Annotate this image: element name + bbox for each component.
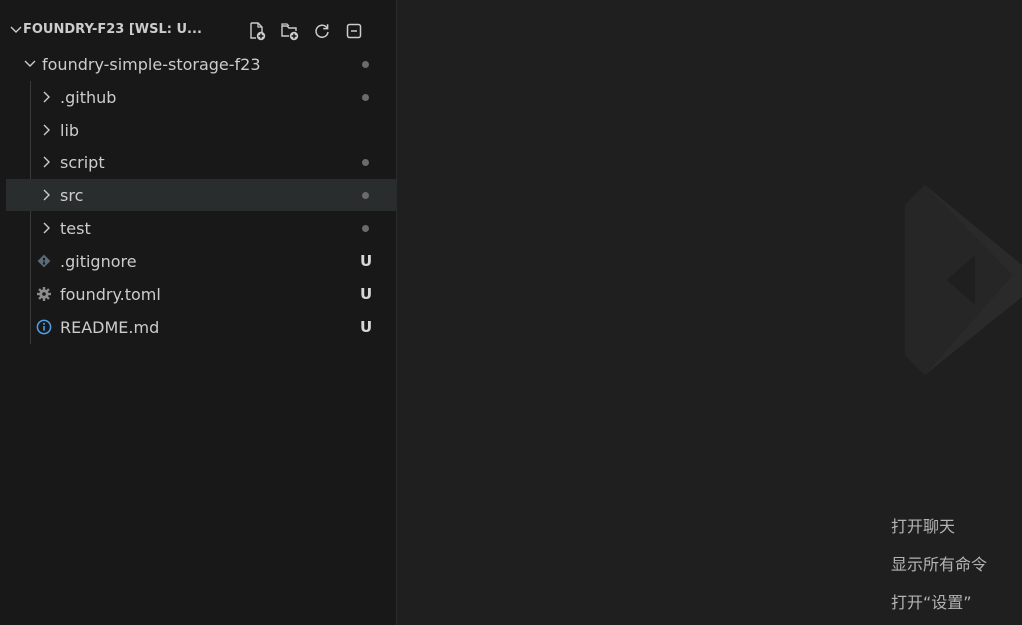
git-icon (37, 254, 51, 268)
tree-item-label: lib (60, 121, 80, 140)
open-settings-hint[interactable]: 打开“设置” (891, 589, 972, 613)
chevron-right-icon (43, 124, 50, 136)
tree-item-foundry-toml[interactable]: foundry.toml U (6, 278, 397, 310)
untracked-badge: U (360, 285, 373, 303)
modified-dot (362, 159, 369, 166)
tree-root-folder[interactable]: foundry-simple-storage-f23 (6, 48, 397, 80)
show-all-commands-hint[interactable]: 显示所有命令 (891, 551, 987, 575)
modified-dot (362, 192, 369, 199)
chevron-right-icon (43, 189, 50, 201)
modified-dot (362, 61, 369, 68)
explorer-sidebar: FOUNDRY-F23 [WSL: U... foundry-simple-st… (0, 0, 397, 625)
collapse-all-icon (346, 23, 362, 39)
tree-item-label: test (60, 219, 91, 238)
untracked-badge: U (360, 318, 373, 336)
chevron-right-icon (43, 91, 50, 103)
modified-dot (362, 225, 369, 232)
vscode-logo-watermark-icon (905, 185, 1022, 375)
new-folder-icon (281, 23, 299, 41)
tree-item-label: .gitignore (60, 252, 137, 271)
chevron-down-icon[interactable] (9, 23, 23, 37)
chevron-right-icon (43, 222, 50, 234)
tree-item-gitignore[interactable]: .gitignore U (6, 245, 397, 277)
tree-item-lib[interactable]: lib (6, 114, 397, 146)
editor-area: 打开聊天 显示所有命令 打开“设置” (397, 0, 1022, 625)
explorer-section-title: FOUNDRY-F23 [WSL: U... (23, 22, 202, 37)
open-chat-hint[interactable]: 打开聊天 (891, 513, 955, 537)
untracked-badge: U (360, 252, 373, 270)
tree-item-script[interactable]: script (6, 146, 397, 178)
tree-item-label: README.md (60, 318, 160, 337)
tree-item-test[interactable]: test (6, 212, 397, 244)
refresh-icon (315, 24, 329, 38)
new-folder-button[interactable] (279, 20, 301, 42)
explorer-section-header[interactable]: FOUNDRY-F23 [WSL: U... (0, 16, 397, 46)
tree-item-readme[interactable]: README.md U (6, 311, 397, 343)
modified-dot (362, 94, 369, 101)
chevron-down-icon (24, 60, 36, 67)
tree-item-src[interactable]: src (6, 179, 397, 211)
new-file-icon (250, 22, 266, 41)
info-icon (36, 319, 52, 335)
tree-item-github[interactable]: .github (6, 81, 397, 113)
tree-item-label: .github (60, 88, 117, 107)
collapse-all-button[interactable] (343, 20, 365, 42)
tree-item-label: foundry-simple-storage-f23 (42, 55, 261, 74)
gear-icon (37, 287, 51, 301)
tree-item-label: script (60, 153, 105, 172)
new-file-button[interactable] (246, 20, 268, 42)
refresh-button[interactable] (311, 20, 333, 42)
chevron-right-icon (43, 156, 50, 168)
tree-item-label: src (60, 186, 84, 205)
tree-item-label: foundry.toml (60, 285, 161, 304)
vscode-window: FOUNDRY-F23 [WSL: U... foundry-simple-st… (0, 0, 1022, 625)
